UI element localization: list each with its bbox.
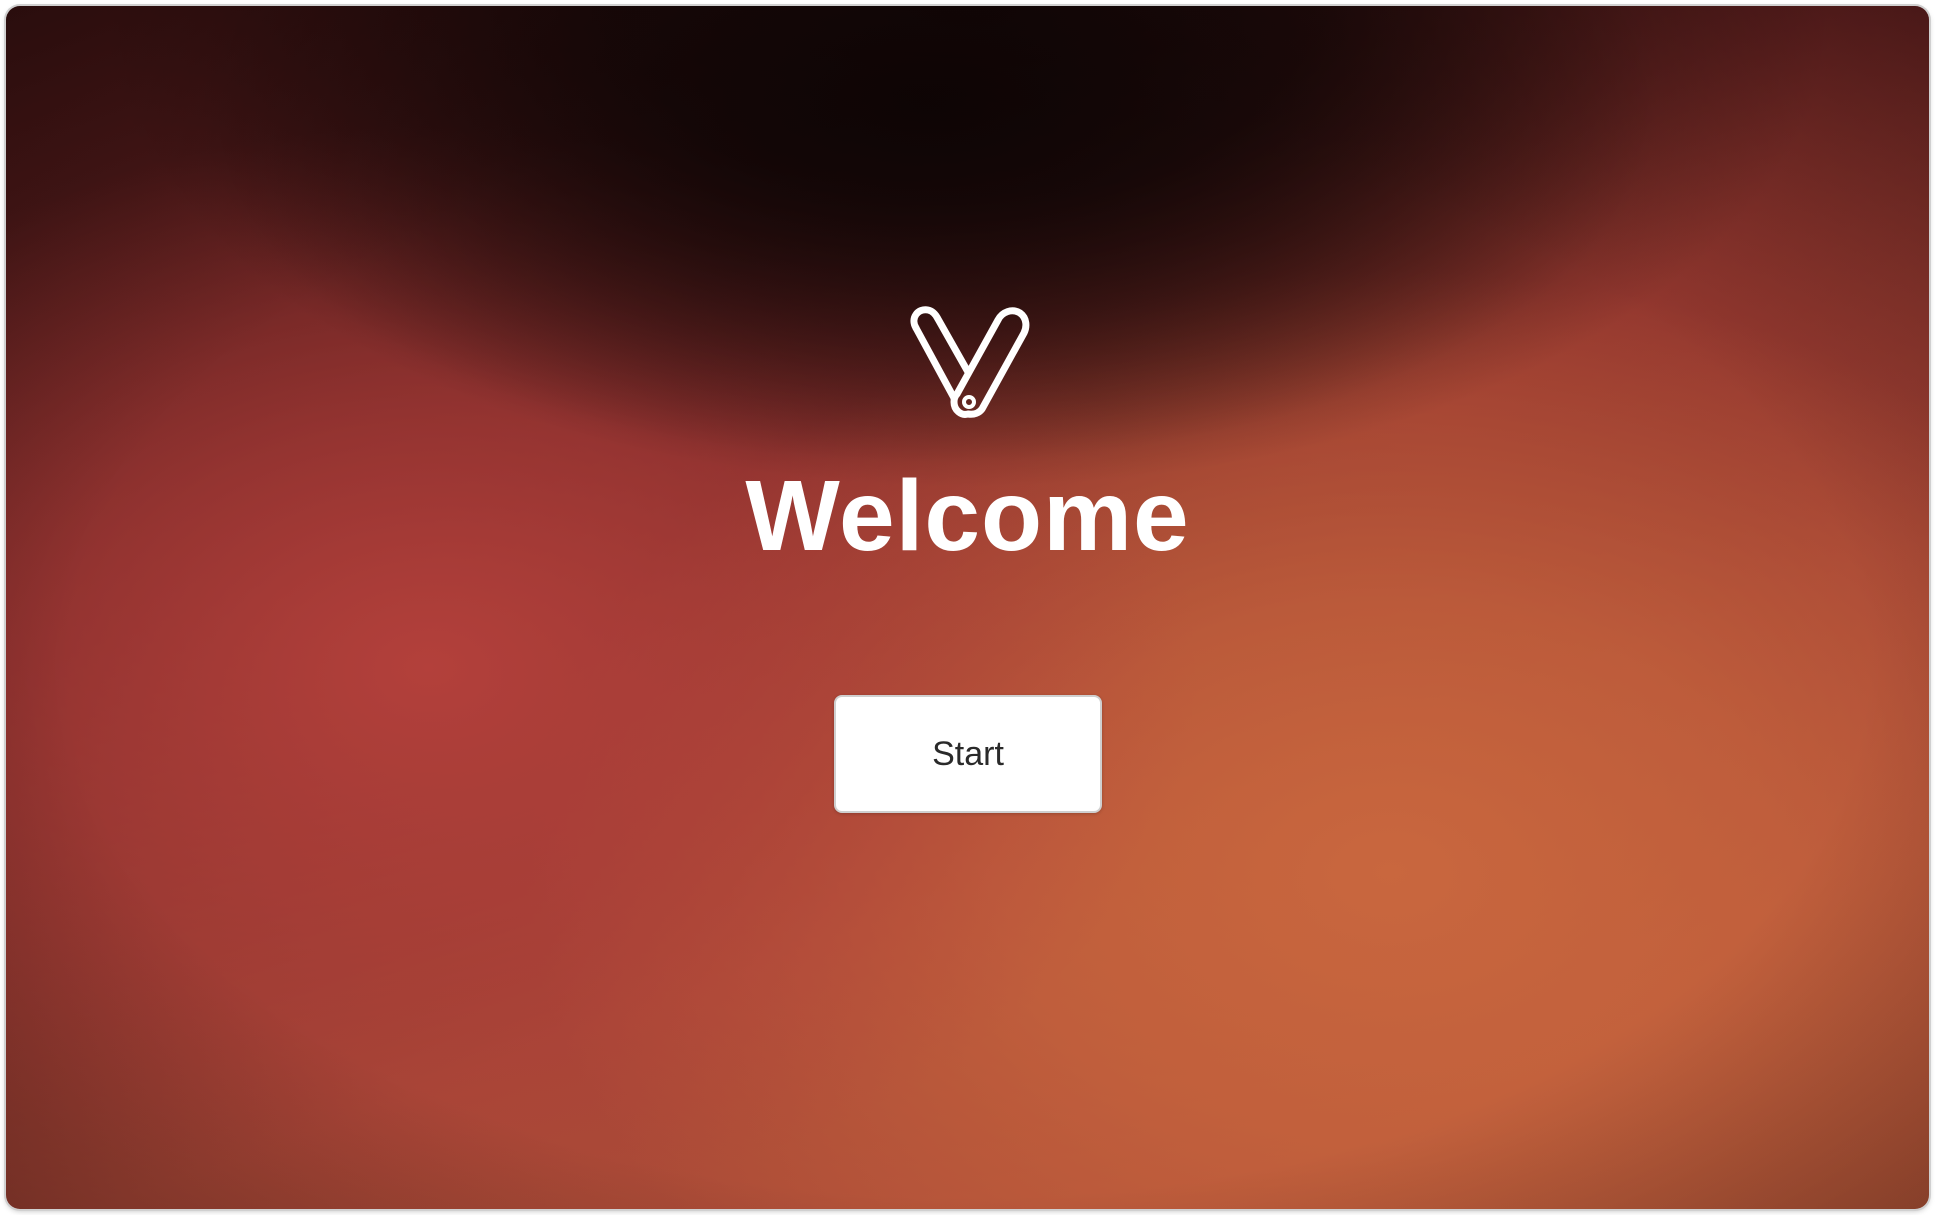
start-button[interactable]: Start <box>834 695 1102 813</box>
welcome-window: Welcome Start <box>6 6 1929 1209</box>
v-logo-icon <box>910 306 1030 418</box>
welcome-screen: Welcome Start <box>6 6 1929 1209</box>
welcome-title: Welcome <box>745 460 1190 572</box>
